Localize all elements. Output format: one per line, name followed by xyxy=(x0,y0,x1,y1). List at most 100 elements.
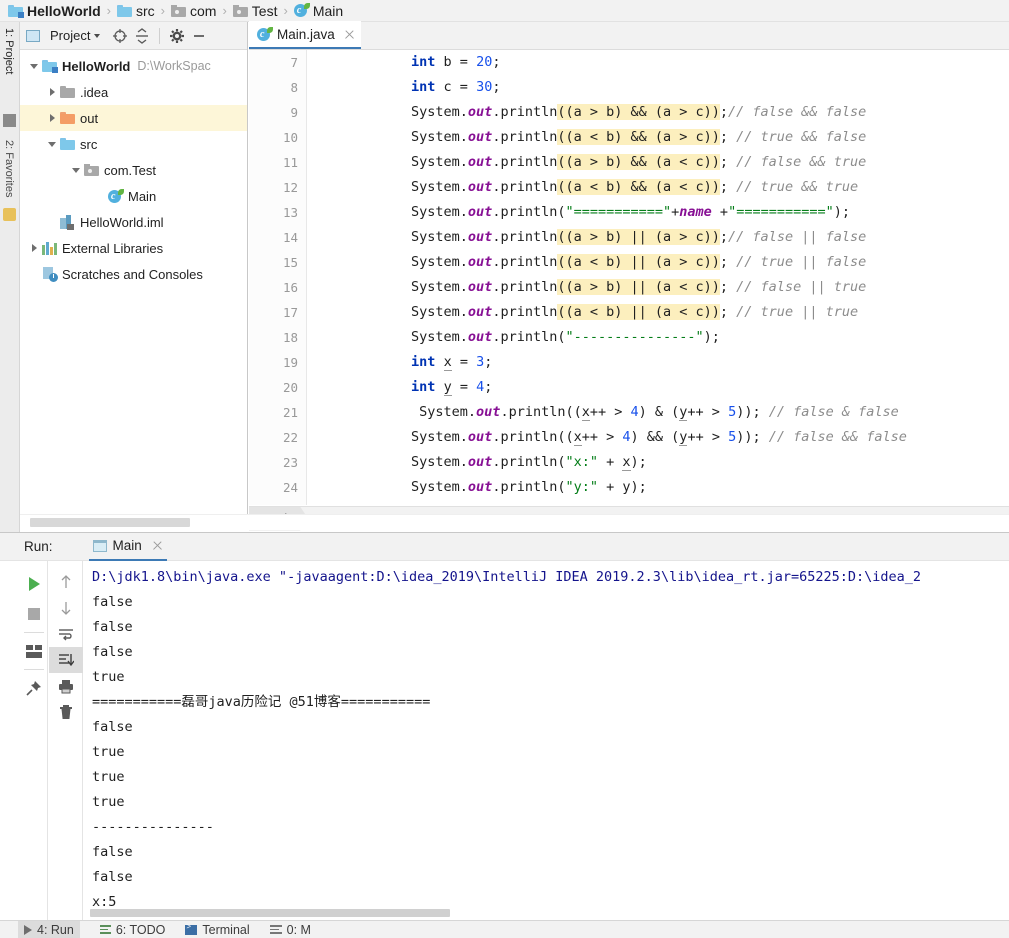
code-line[interactable]: System.out.println("y:" + y); xyxy=(346,475,1009,500)
twisty-down-icon[interactable] xyxy=(68,157,84,183)
code-line[interactable]: int x = 3; xyxy=(346,350,1009,375)
twisty-down-icon[interactable] xyxy=(26,53,42,79)
code-token: // true && true xyxy=(736,179,859,195)
breadcrumb-label: Main xyxy=(312,2,344,19)
editor-horizontal-scrollbar[interactable] xyxy=(20,514,1009,530)
status-item-terminal[interactable]: Terminal xyxy=(185,922,250,937)
scrollbar-thumb[interactable] xyxy=(90,909,450,917)
code-line[interactable]: System.out.println((a < b) || (a < c)); … xyxy=(346,300,1009,325)
code-line[interactable]: System.out.println("---------------"); xyxy=(346,325,1009,350)
line-number: 7 xyxy=(290,55,298,70)
tree-node-idea[interactable]: .idea xyxy=(20,79,247,105)
status-bar: 4: Run 6: TODO Terminal 0: M xyxy=(0,920,1009,938)
tree-node-main[interactable]: c Main xyxy=(20,183,247,209)
tree-node-scratches-and-consoles[interactable]: Scratches and Consoles xyxy=(20,261,247,287)
code-token: System. xyxy=(346,329,468,345)
code-editor[interactable]: 7 8 9 10 11 12 13 14 15 16 17 18 19 20 21 22 23 24 int b … xyxy=(249,50,1009,505)
code-token: x xyxy=(622,454,631,471)
code-line[interactable]: System.out.println((a > b) && (a > c));/… xyxy=(346,100,1009,125)
code-line[interactable]: System.out.println((x++ > 4) && (y++ > 5… xyxy=(346,425,1009,450)
trash-icon[interactable] xyxy=(49,699,83,725)
code-token: // true || false xyxy=(736,254,867,270)
code-line[interactable]: System.out.println((x++ > 4) & (y++ > 5)… xyxy=(346,400,1009,425)
code-line[interactable]: System.out.println((a > b) || (a > c));/… xyxy=(346,225,1009,250)
scroll-to-end-icon[interactable] xyxy=(49,647,83,673)
code-token: ); xyxy=(630,454,647,470)
code-token: out xyxy=(467,479,493,495)
code-line[interactable]: System.out.println("==========="+name +"… xyxy=(346,200,1009,225)
chevron-down-icon[interactable] xyxy=(94,33,101,38)
up-arrow-icon[interactable] xyxy=(49,569,83,595)
locate-target-icon[interactable] xyxy=(112,28,128,44)
code-token: ((a < b) || (a > c)) xyxy=(557,254,720,270)
structure-icon[interactable] xyxy=(3,114,16,127)
settings-gear-icon[interactable] xyxy=(169,28,185,44)
breadcrumb-item-src[interactable]: src xyxy=(115,0,157,22)
twisty-right-icon[interactable] xyxy=(26,235,42,261)
status-item-todo[interactable]: 6: TODO xyxy=(99,922,166,937)
status-item-label: 6: TODO xyxy=(115,922,166,937)
line-number: 11 xyxy=(282,155,298,170)
print-icon[interactable] xyxy=(49,673,83,699)
soft-wrap-icon[interactable] xyxy=(49,621,83,647)
breadcrumb-item-com[interactable]: com xyxy=(169,0,218,22)
breadcrumb-label: src xyxy=(135,2,155,19)
restore-layout-icon[interactable] xyxy=(20,636,48,666)
line-number: 24 xyxy=(282,480,298,495)
code-line[interactable]: System.out.println((a < b) && (a < c)); … xyxy=(346,175,1009,200)
code-token: int xyxy=(411,79,436,95)
console-horizontal-scrollbar[interactable] xyxy=(84,908,1009,918)
code-token: 5 xyxy=(728,429,737,445)
console-output[interactable]: D:\jdk1.8\bin\java.exe "-javaagent:D:\id… xyxy=(84,561,1009,921)
todo-icon xyxy=(99,925,111,934)
breadcrumb-item-helloworld[interactable]: HelloWorld xyxy=(6,0,103,22)
line-number: 19 xyxy=(282,355,298,370)
code-token: ; xyxy=(719,104,729,120)
pin-tab-icon[interactable] xyxy=(20,673,48,703)
favorites-star-icon[interactable] xyxy=(3,208,16,221)
close-icon[interactable] xyxy=(152,540,163,551)
down-arrow-icon[interactable] xyxy=(49,595,83,621)
twisty-down-icon[interactable] xyxy=(44,131,60,157)
hide-panel-icon[interactable] xyxy=(191,28,207,44)
status-item-run[interactable]: 4: Run xyxy=(18,921,80,938)
twisty-right-icon[interactable] xyxy=(44,79,60,105)
editor-tab-main-java[interactable]: c Main.java xyxy=(249,21,361,49)
code-line[interactable]: System.out.println("x:" + x); xyxy=(346,450,1009,475)
strip-item-project[interactable]: 1: Project xyxy=(3,28,15,74)
code-line[interactable]: int b = 20; xyxy=(346,50,1009,75)
rerun-play-icon[interactable] xyxy=(20,569,48,599)
code-token: System. xyxy=(346,454,468,470)
code-token: ; xyxy=(484,379,493,395)
tree-node-helloworld[interactable]: HelloWorld D:\WorkSpac xyxy=(20,53,247,79)
tree-node-label: HelloWorld xyxy=(62,58,131,74)
tree-node-helloworld-iml[interactable]: HelloWorld.iml xyxy=(20,209,247,235)
code-token: out xyxy=(467,454,493,470)
breadcrumb-item-test[interactable]: Test xyxy=(231,0,280,22)
code-line[interactable]: System.out.println((a < b) && (a > c)); … xyxy=(346,125,1009,150)
code-line[interactable]: System.out.println((a < b) || (a > c)); … xyxy=(346,250,1009,275)
tree-node-src[interactable]: src xyxy=(20,131,247,157)
stop-icon[interactable] xyxy=(20,599,48,629)
scrollbar-thumb[interactable] xyxy=(30,518,190,527)
console-output-line: true xyxy=(92,769,125,785)
code-token: ((a < b) || (a < c)) xyxy=(557,304,720,320)
code-line[interactable]: int c = 30; xyxy=(346,75,1009,100)
tree-node-com-test[interactable]: com.Test xyxy=(20,157,247,183)
breadcrumb-item-main[interactable]: c Main xyxy=(292,0,345,22)
strip-item-favorites[interactable]: 2: Favorites xyxy=(3,140,15,197)
console-output-line: false xyxy=(92,619,133,635)
code-line[interactable]: System.out.println((a > b) && (a < c)); … xyxy=(346,150,1009,175)
code-line[interactable]: int y = 4; xyxy=(346,375,1009,400)
run-tab-main[interactable]: Main xyxy=(88,533,167,561)
status-item-messages[interactable]: 0: M xyxy=(269,923,311,937)
collapse-all-icon[interactable] xyxy=(134,27,150,44)
close-icon[interactable] xyxy=(344,29,355,40)
code-content[interactable]: int b = 20; int c = 30; System.out.print… xyxy=(346,50,1009,505)
twisty-right-icon[interactable] xyxy=(44,105,60,131)
code-token: // false || true xyxy=(736,279,867,295)
tree-node-external-libraries[interactable]: External Libraries xyxy=(20,235,247,261)
tree-node-out[interactable]: out xyxy=(20,105,247,131)
run-left-toolbar xyxy=(20,561,48,921)
code-line[interactable]: System.out.println((a > b) || (a < c)); … xyxy=(346,275,1009,300)
